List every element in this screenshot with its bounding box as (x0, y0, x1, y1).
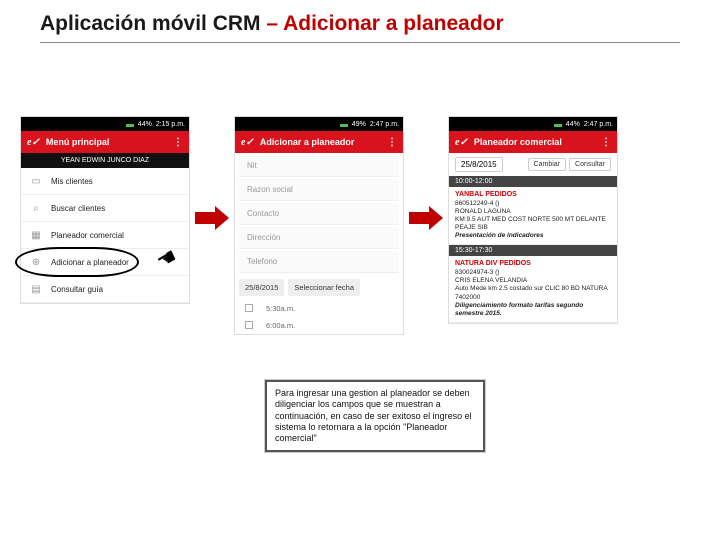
menu-item-label: Consultar guía (51, 285, 103, 294)
time-label: 2:47 p.m. (370, 121, 399, 128)
app-bar: e✓ Adicionar a planeador ⋮ (235, 131, 403, 153)
time-option-1[interactable]: 5:30a.m. (235, 300, 403, 317)
battery-label: 44% (566, 121, 580, 128)
appbar-title: Planeador comercial (474, 137, 562, 147)
clipboard-icon: ▭ (29, 174, 43, 188)
time-label: 6:00a.m. (266, 321, 295, 330)
card-title: NATURA DIV PEDIDOS (455, 260, 611, 269)
title-accent: – Adicionar a planeador (266, 12, 503, 35)
phone-menu-principal: 44% 2:15 p.m. e✓ Menú principal ⋮ YEAN E… (20, 116, 190, 304)
card-nit: 860512249-4 () (455, 200, 611, 208)
app-logo: e✓ (241, 137, 254, 148)
plan-card-2[interactable]: NATURA DIV PEDIDOS 830024974-3 () CRIS E… (449, 256, 617, 323)
app-bar: e✓ Planeador comercial ⋮ (449, 131, 617, 153)
form-list: Nit Razon social Contacto Dirección Tele… (235, 155, 403, 334)
field-razon-social[interactable]: Razon social (239, 179, 399, 201)
search-icon: ⌕ (29, 201, 43, 215)
signal-icon (126, 121, 134, 127)
arrow-right-2 (404, 206, 448, 230)
field-telefono[interactable]: Telefono (239, 251, 399, 273)
card-subject: Diligenciamiento formato tarifas segundo… (455, 302, 611, 318)
time-option-2[interactable]: 6:00a.m. (235, 317, 403, 334)
phone-adicionar-planeador: 49% 2:47 p.m. e✓ Adicionar a planeador ⋮… (234, 116, 404, 335)
menu-list: ▭ Mis clientes ⌕ Buscar clientes ▦ Plane… (21, 168, 189, 303)
consult-button[interactable]: Consultar (569, 158, 611, 171)
field-nit[interactable]: Nit (239, 155, 399, 177)
menu-item-label: Buscar clientes (51, 204, 105, 213)
overflow-icon[interactable]: ⋮ (173, 137, 183, 148)
menu-item-label: Planeador comercial (51, 231, 124, 240)
overflow-icon[interactable]: ⋮ (601, 137, 611, 148)
status-bar: 49% 2:47 p.m. (235, 117, 403, 131)
app-logo: e✓ (27, 137, 40, 148)
select-date-button[interactable]: Seleccionar fecha (288, 279, 360, 296)
time-label: 5:30a.m. (266, 304, 295, 313)
plan-card-1[interactable]: YANBAL PEDIDOS 860512249-4 () RONALD LAG… (449, 187, 617, 245)
menu-item-label: Adicionar a planeador (51, 258, 129, 267)
time-slot-2: 15:30-17:30 (449, 245, 617, 256)
phone-planeador-comercial: 44% 2:47 p.m. e✓ Planeador comercial ⋮ 2… (448, 116, 618, 324)
card-subject: Presentación de indicadores (455, 232, 611, 240)
status-bar: 44% 2:15 p.m. (21, 117, 189, 131)
card-nit: 830024974-3 () (455, 269, 611, 277)
status-bar: 44% 2:47 p.m. (449, 117, 617, 131)
appbar-title: Menú principal (46, 137, 110, 147)
menu-item-label: Mis clientes (51, 177, 93, 186)
card-phone: 7402000 (455, 294, 611, 302)
instruction-callout: Para ingresar una gestion al planeador s… (265, 380, 485, 452)
menu-item-buscar-clientes[interactable]: ⌕ Buscar clientes (21, 195, 189, 222)
overflow-icon[interactable]: ⋮ (387, 137, 397, 148)
arrow-right-1 (190, 206, 234, 230)
time-label: 2:15 p.m. (156, 121, 185, 128)
signal-icon (340, 121, 348, 127)
time-slot-1: 10:00-12:00 (449, 176, 617, 187)
app-logo: e✓ (455, 137, 468, 148)
date-row: 25/8/2015 Seleccionar fecha (235, 275, 403, 300)
card-address: Auto Mede km 2.5 costado sur CLIC 80 BD … (455, 285, 611, 293)
phones-row: 44% 2:15 p.m. e✓ Menú principal ⋮ YEAN E… (20, 116, 720, 335)
user-label: YEAN EDWIN JUNCO DIAZ (21, 153, 189, 168)
title-prefix: Aplicación móvil CRM (40, 12, 266, 35)
change-button[interactable]: Cambiar (528, 158, 566, 171)
plus-icon: ⊕ (29, 255, 43, 269)
card-title: YANBAL PEDIDOS (455, 191, 611, 200)
date-value[interactable]: 25/8/2015 (239, 279, 284, 296)
app-bar: e✓ Menú principal ⋮ (21, 131, 189, 153)
battery-label: 44% (138, 121, 152, 128)
checkbox-icon (245, 304, 253, 312)
planner-header: 25/8/2015 Cambiar Consultar (449, 153, 617, 176)
slide-title: Aplicación móvil CRM – Adicionar a plane… (40, 12, 680, 43)
card-contact: RONALD LAGUNA (455, 208, 611, 216)
field-contacto[interactable]: Contacto (239, 203, 399, 225)
calendar-icon: ▦ (29, 228, 43, 242)
field-direccion[interactable]: Dirección (239, 227, 399, 249)
planner-date[interactable]: 25/8/2015 (455, 157, 503, 172)
battery-label: 49% (352, 121, 366, 128)
menu-item-mis-clientes[interactable]: ▭ Mis clientes (21, 168, 189, 195)
appbar-title: Adicionar a planeador (260, 137, 355, 147)
time-label: 2:47 p.m. (584, 121, 613, 128)
signal-icon (554, 121, 562, 127)
card-address: KM 9.5 AUT MED COST NORTE 500 MT DELANTE… (455, 216, 611, 232)
menu-item-consultar-guia[interactable]: ▤ Consultar guía (21, 276, 189, 303)
checkbox-icon (245, 321, 253, 329)
card-contact: CRIS ELENA VELANDIA (455, 277, 611, 285)
chat-icon: ▤ (29, 282, 43, 296)
